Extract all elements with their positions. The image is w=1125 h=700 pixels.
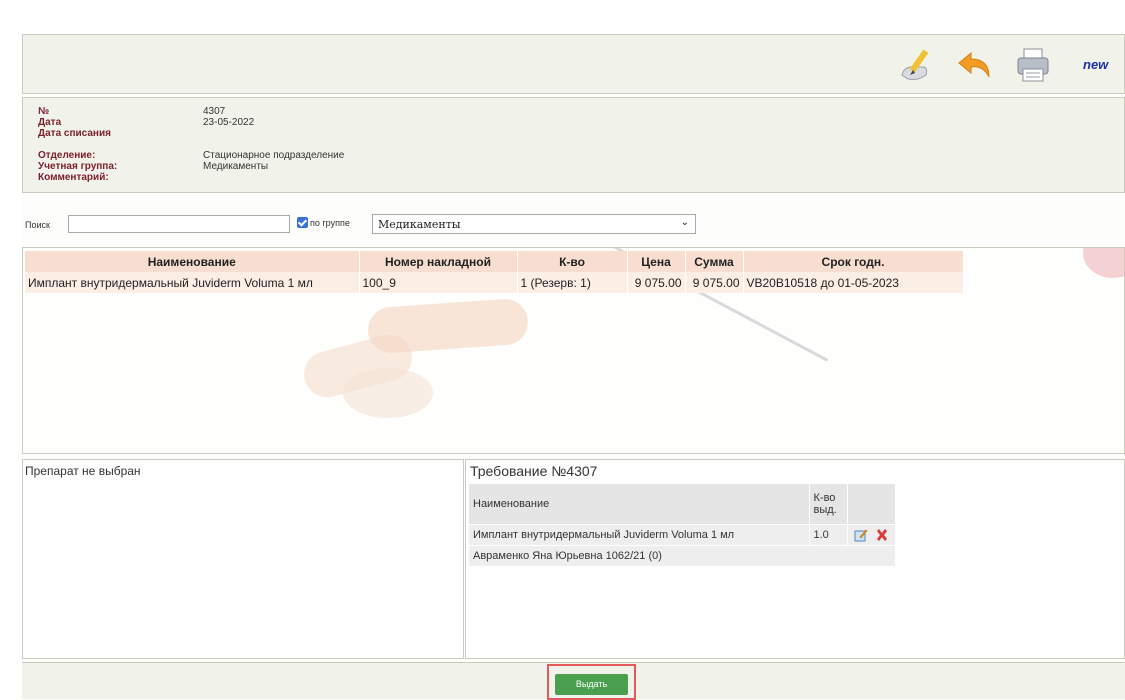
- req-col-qty: К-во выд.: [809, 484, 848, 524]
- medications-table: Наименование Номер накладной К-во Цена С…: [25, 251, 964, 293]
- table-row: Имплант внутридермальный Juviderm Voluma…: [469, 523, 896, 545]
- no-drug-selected-text: Препарат не выбран: [25, 464, 141, 478]
- req-col-actions: [847, 484, 896, 524]
- by-group-label: по группе: [310, 218, 350, 228]
- printer-icon[interactable]: [1013, 45, 1053, 85]
- edit-note-icon[interactable]: [854, 528, 868, 542]
- cell-invoice: 100_9: [359, 272, 518, 293]
- info-label: №: [38, 106, 50, 117]
- by-group-checkbox[interactable]: [297, 217, 308, 228]
- req-col-name: Наименование: [469, 484, 810, 524]
- medications-list-area: Наименование Номер накладной К-во Цена С…: [22, 247, 1125, 454]
- cell-price: 9 075.00: [627, 272, 686, 293]
- req-cell-name: Имплант внутридермальный Juviderm Voluma…: [469, 523, 810, 545]
- document-info-panel: № 4307 Дата 23-05-2022 Дата списания Отд…: [22, 97, 1125, 193]
- info-value: Медикаменты: [203, 161, 269, 172]
- req-cell-actions: [847, 523, 896, 545]
- col-header-sum[interactable]: Сумма: [685, 251, 744, 272]
- req-patient: Авраменко Яна Юрьевна 1062/21 (0): [469, 544, 896, 566]
- col-header-invoice[interactable]: Номер накладной: [359, 251, 518, 272]
- info-label: Учетная группа:: [38, 161, 118, 172]
- search-input[interactable]: [68, 215, 290, 233]
- info-label: Комментарий:: [38, 172, 109, 183]
- requirement-table: Наименование К-во выд. Имплант внутридер…: [469, 484, 896, 566]
- cell-qty: 1 (Резерв: 1): [517, 272, 628, 293]
- cell-sum: 9 075.00: [685, 272, 744, 293]
- info-value: Стационарное подразделение: [203, 150, 345, 161]
- group-select-value: Медикаменты: [378, 218, 461, 231]
- background-pill-decoration: [343, 368, 433, 418]
- new-link[interactable]: new: [1083, 57, 1108, 72]
- toolbar: new: [22, 34, 1125, 94]
- col-header-qty[interactable]: К-во: [517, 251, 628, 272]
- requirement-header-row: Наименование К-во выд.: [469, 484, 896, 524]
- table-header-row: Наименование Номер накладной К-во Цена С…: [25, 251, 964, 272]
- issue-button[interactable]: Выдать: [555, 674, 628, 695]
- cell-name: Имплант внутридермальный Juviderm Voluma…: [25, 272, 360, 293]
- requirement-panel: Требование №4307 Наименование К-во выд. …: [465, 459, 1125, 659]
- info-value: 23-05-2022: [203, 117, 255, 128]
- edit-pencil-icon[interactable]: [898, 45, 938, 85]
- table-row: Авраменко Яна Юрьевна 1062/21 (0): [469, 544, 896, 566]
- info-value: 4307: [203, 106, 226, 117]
- table-row[interactable]: Имплант внутридермальный Juviderm Voluma…: [25, 272, 964, 293]
- group-select[interactable]: Медикаменты ⌄: [372, 214, 696, 234]
- info-label: Дата списания: [38, 128, 111, 139]
- col-header-price[interactable]: Цена: [627, 251, 686, 272]
- drug-details-panel: Препарат не выбран: [22, 459, 464, 659]
- chevron-down-icon: ⌄: [680, 217, 689, 228]
- undo-arrow-icon[interactable]: [955, 45, 995, 85]
- cell-expiry: VB20B10518 до 01-05-2023: [743, 272, 964, 293]
- info-label: Отделение:: [38, 150, 96, 161]
- col-header-name[interactable]: Наименование: [25, 251, 360, 272]
- requirement-title: Требование №4307: [470, 463, 598, 479]
- req-cell-qty: 1.0: [809, 523, 848, 545]
- info-label: Дата: [38, 117, 62, 128]
- col-header-expiry[interactable]: Срок годн.: [743, 251, 964, 272]
- search-label: Поиск: [25, 220, 50, 230]
- background-pill-decoration: [1083, 248, 1124, 278]
- delete-icon[interactable]: [875, 528, 889, 542]
